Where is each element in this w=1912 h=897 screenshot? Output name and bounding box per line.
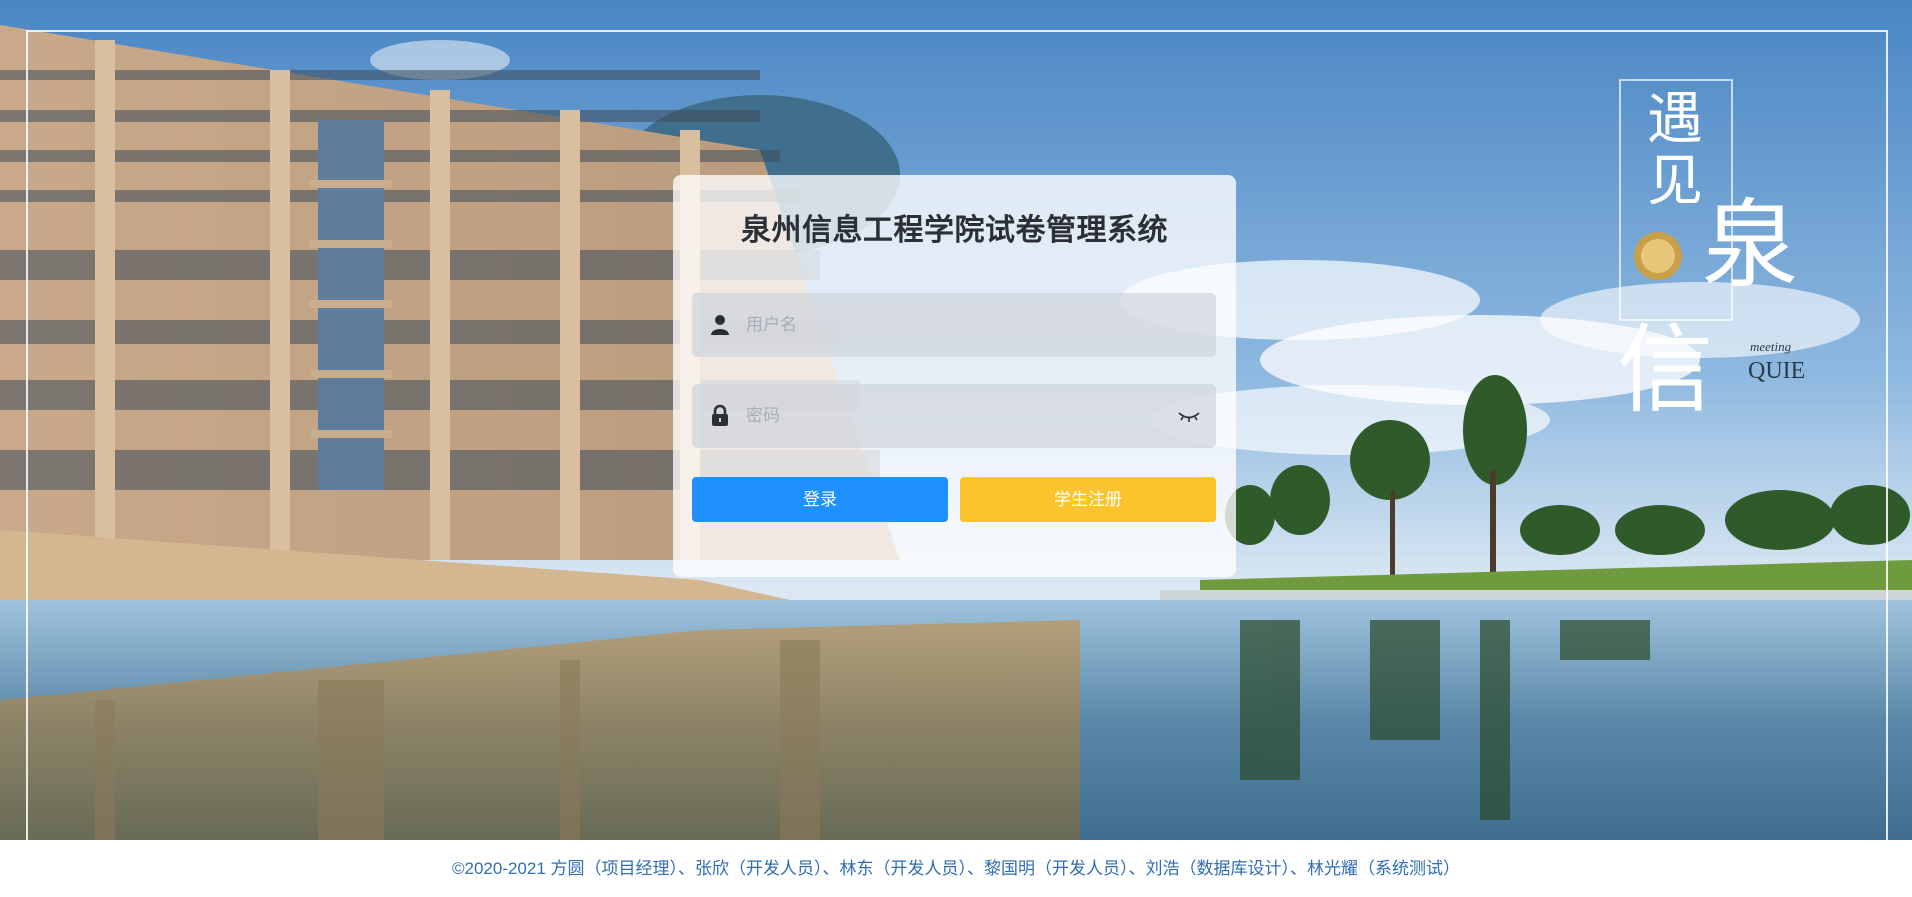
svg-text:见: 见 [1647,151,1703,213]
svg-text:泉: 泉 [1702,192,1798,299]
username-input[interactable] [746,293,1166,357]
student-register-button[interactable]: 学生注册 [960,477,1216,522]
login-button[interactable]: 登录 [692,477,948,522]
login-card: 泉州信息工程学院试卷管理系统 登录 [673,175,1236,577]
page-title: 泉州信息工程学院试卷管理系统 [741,214,1168,247]
eye-closed-icon[interactable] [1176,405,1202,427]
svg-text:信: 信 [1617,317,1713,418]
user-icon [709,313,731,337]
password-input[interactable] [746,384,1166,448]
username-field[interactable] [692,293,1216,357]
svg-text:遇: 遇 [1647,89,1703,151]
password-field[interactable] [692,384,1216,448]
svg-text:QUIE: QUIE [1748,358,1805,384]
school-logo: 遇 见 泉 信 meeting QUIE [1600,78,1830,424]
svg-text:meeting: meeting [1750,339,1792,354]
lock-icon [709,404,731,428]
footer-credits: ©2020-2021 方圆（项目经理）、张欣（开发人员）、林东（开发人员）、黎国… [451,859,1461,878]
